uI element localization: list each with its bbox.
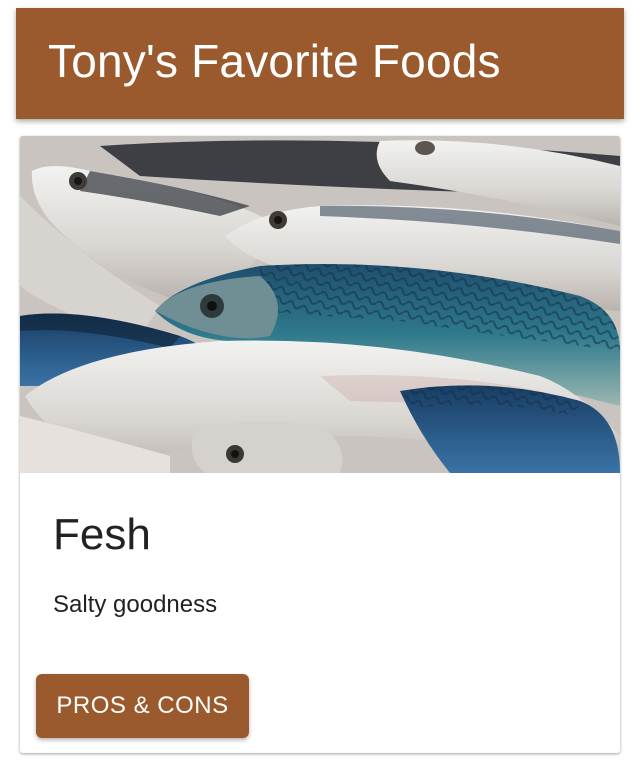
food-card: Fesh Salty goodness PROS & CONS — [20, 136, 620, 753]
card-description: Salty goodness — [53, 591, 218, 618]
app-title: Tony's Favorite Foods — [48, 34, 501, 87]
app-bar: Tony's Favorite Foods — [16, 8, 624, 119]
pros-cons-button[interactable]: PROS & CONS — [36, 674, 249, 738]
food-image — [20, 136, 620, 473]
card-title: Fesh — [53, 510, 151, 559]
